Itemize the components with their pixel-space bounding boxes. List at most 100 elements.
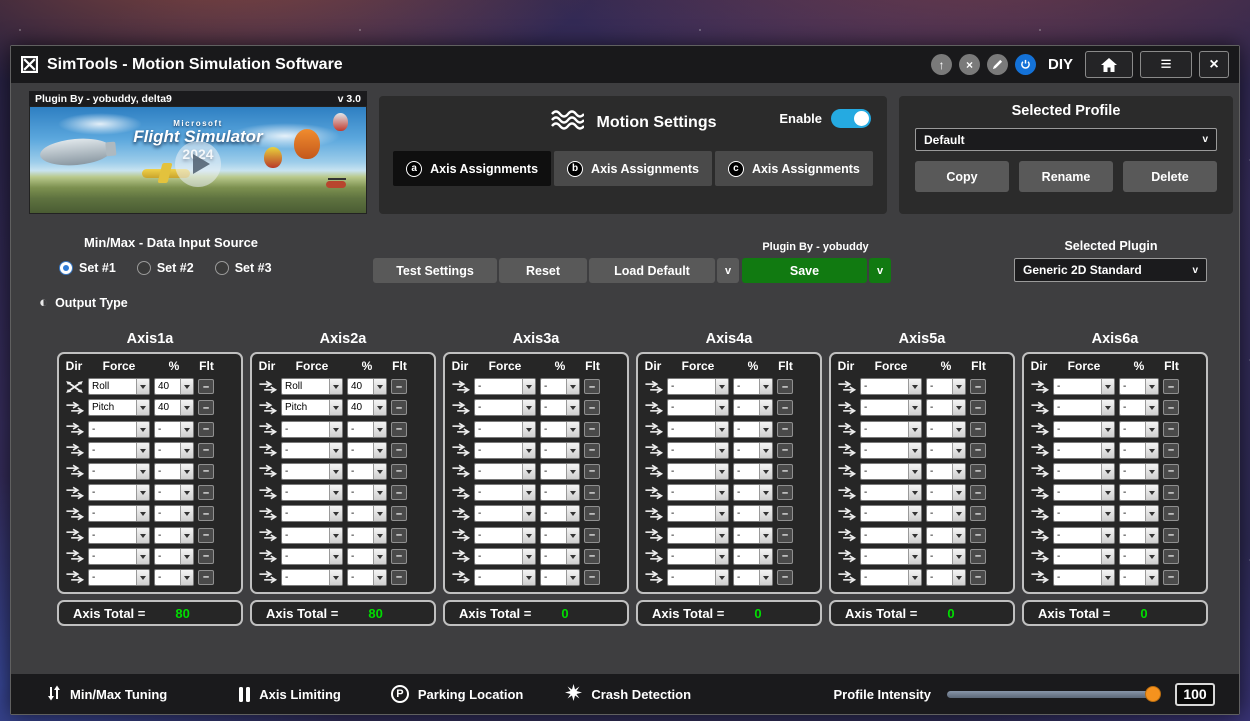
force-select[interactable]: -: [667, 548, 729, 565]
filter-minus-button[interactable]: –: [777, 485, 793, 500]
edit-pencil-icon[interactable]: [987, 54, 1008, 75]
dual-arrow-icon[interactable]: [257, 464, 277, 478]
force-select[interactable]: -: [281, 527, 343, 544]
reset-button[interactable]: Reset: [499, 258, 587, 283]
percent-select[interactable]: -: [1119, 505, 1159, 522]
force-select[interactable]: -: [1053, 484, 1115, 501]
filter-minus-button[interactable]: –: [1163, 464, 1179, 479]
filter-minus-button[interactable]: –: [970, 570, 986, 585]
filter-minus-button[interactable]: –: [584, 528, 600, 543]
percent-select[interactable]: -: [733, 505, 773, 522]
percent-select[interactable]: -: [347, 527, 387, 544]
filter-minus-button[interactable]: –: [970, 379, 986, 394]
force-select[interactable]: -: [474, 527, 536, 544]
filter-minus-button[interactable]: –: [391, 485, 407, 500]
dual-arrow-icon[interactable]: [836, 549, 856, 563]
dual-arrow-icon[interactable]: [257, 507, 277, 521]
play-button[interactable]: [175, 141, 221, 187]
filter-minus-button[interactable]: –: [777, 443, 793, 458]
dual-arrow-icon[interactable]: [64, 549, 84, 563]
filter-minus-button[interactable]: –: [970, 506, 986, 521]
percent-select[interactable]: -: [926, 569, 966, 586]
tab-axis-assignments-c[interactable]: c Axis Assignments: [715, 151, 873, 186]
dual-arrow-icon[interactable]: [836, 528, 856, 542]
dual-arrow-icon[interactable]: [64, 528, 84, 542]
dual-arrow-icon[interactable]: [1029, 507, 1049, 521]
filter-minus-button[interactable]: –: [584, 379, 600, 394]
dual-arrow-icon[interactable]: [64, 486, 84, 500]
filter-minus-button[interactable]: –: [777, 464, 793, 479]
parking-location-button[interactable]: P Parking Location: [391, 685, 523, 703]
percent-select[interactable]: -: [540, 399, 580, 416]
percent-select[interactable]: -: [540, 421, 580, 438]
filter-minus-button[interactable]: –: [1163, 422, 1179, 437]
dual-arrow-icon[interactable]: [1029, 380, 1049, 394]
enable-toggle[interactable]: [831, 109, 871, 128]
percent-select[interactable]: -: [154, 421, 194, 438]
dual-arrow-icon[interactable]: [450, 549, 470, 563]
filter-minus-button[interactable]: –: [777, 379, 793, 394]
percent-select[interactable]: -: [926, 463, 966, 480]
force-select[interactable]: -: [281, 548, 343, 565]
dual-arrow-icon[interactable]: [64, 401, 84, 415]
force-select[interactable]: -: [667, 442, 729, 459]
percent-select[interactable]: -: [733, 463, 773, 480]
filter-minus-button[interactable]: –: [198, 528, 214, 543]
force-select[interactable]: -: [667, 527, 729, 544]
dual-arrow-icon[interactable]: [450, 380, 470, 394]
radio-set-3[interactable]: Set #3: [215, 261, 272, 275]
force-select[interactable]: Pitch: [281, 399, 343, 416]
force-select[interactable]: -: [1053, 569, 1115, 586]
force-select[interactable]: -: [88, 548, 150, 565]
force-select[interactable]: -: [88, 463, 150, 480]
force-select[interactable]: -: [667, 378, 729, 395]
dual-arrow-icon[interactable]: [643, 507, 663, 521]
tab-axis-assignments-a[interactable]: a Axis Assignments: [393, 151, 551, 186]
filter-minus-button[interactable]: –: [391, 549, 407, 564]
profile-dropdown[interactable]: Default v: [915, 128, 1217, 151]
filter-minus-button[interactable]: –: [198, 443, 214, 458]
dual-arrow-icon[interactable]: [257, 380, 277, 394]
percent-select[interactable]: -: [1119, 569, 1159, 586]
force-select[interactable]: -: [667, 399, 729, 416]
filter-minus-button[interactable]: –: [391, 443, 407, 458]
filter-minus-button[interactable]: –: [584, 549, 600, 564]
copy-button[interactable]: Copy: [915, 161, 1009, 192]
dual-arrow-icon[interactable]: [450, 422, 470, 436]
dual-arrow-icon[interactable]: [257, 549, 277, 563]
minmax-tuning-button[interactable]: Min/Max Tuning: [47, 685, 167, 704]
dual-arrow-icon[interactable]: [450, 464, 470, 478]
percent-select[interactable]: -: [733, 421, 773, 438]
close-button[interactable]: ×: [1199, 51, 1229, 78]
force-select[interactable]: -: [860, 505, 922, 522]
load-default-dropdown-button[interactable]: v: [717, 258, 739, 283]
force-select[interactable]: -: [1053, 548, 1115, 565]
percent-select[interactable]: -: [540, 548, 580, 565]
filter-minus-button[interactable]: –: [777, 506, 793, 521]
percent-select[interactable]: -: [1119, 548, 1159, 565]
force-select[interactable]: -: [88, 442, 150, 459]
force-select[interactable]: -: [860, 527, 922, 544]
force-select[interactable]: -: [860, 548, 922, 565]
force-select[interactable]: -: [474, 399, 536, 416]
filter-minus-button[interactable]: –: [584, 422, 600, 437]
dual-arrow-icon[interactable]: [836, 570, 856, 584]
force-select[interactable]: -: [860, 399, 922, 416]
force-select[interactable]: -: [474, 548, 536, 565]
percent-select[interactable]: -: [926, 527, 966, 544]
percent-select[interactable]: -: [347, 421, 387, 438]
percent-select[interactable]: -: [926, 399, 966, 416]
force-select[interactable]: -: [860, 569, 922, 586]
percent-select[interactable]: -: [154, 442, 194, 459]
force-select[interactable]: -: [860, 484, 922, 501]
force-select[interactable]: -: [1053, 442, 1115, 459]
percent-select[interactable]: -: [154, 463, 194, 480]
filter-minus-button[interactable]: –: [777, 570, 793, 585]
dual-arrow-icon[interactable]: [643, 528, 663, 542]
dual-arrow-icon[interactable]: [450, 443, 470, 457]
percent-select[interactable]: -: [154, 548, 194, 565]
percent-select[interactable]: -: [540, 527, 580, 544]
percent-select[interactable]: 40: [347, 399, 387, 416]
percent-select[interactable]: -: [154, 505, 194, 522]
percent-select[interactable]: -: [540, 378, 580, 395]
